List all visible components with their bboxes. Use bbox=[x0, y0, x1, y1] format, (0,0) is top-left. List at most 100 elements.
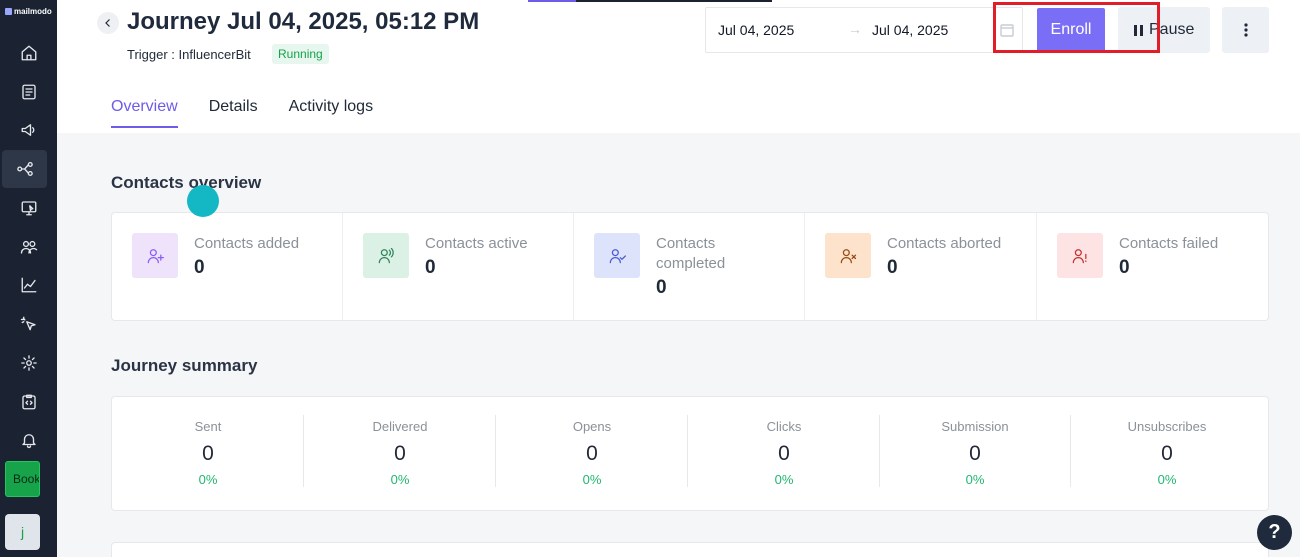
metric-label: Unsubscribes bbox=[1127, 419, 1207, 434]
metric-value: 0 bbox=[202, 442, 214, 465]
stat-label: Contacts aborted bbox=[887, 235, 1002, 252]
stat-value: 0 bbox=[425, 257, 436, 278]
more-vertical-icon bbox=[1243, 23, 1248, 37]
sidebar-item-settings[interactable] bbox=[0, 344, 57, 382]
stat-value: 0 bbox=[887, 257, 898, 278]
stat-label: Contacts failed bbox=[1119, 235, 1219, 252]
calendar-icon[interactable] bbox=[1000, 23, 1014, 37]
sidebar-item-templates[interactable] bbox=[0, 73, 57, 111]
help-button[interactable]: ? bbox=[1257, 515, 1292, 550]
metric-sent: Sent 0 0% bbox=[112, 397, 304, 510]
user-x-icon bbox=[825, 233, 871, 278]
avatar[interactable]: j bbox=[5, 514, 40, 550]
monitor-icon bbox=[21, 201, 36, 216]
document-icon bbox=[21, 84, 36, 100]
journey-summary-card: Sent 0 0% Delivered 0 0% Opens 0 0% Clic… bbox=[111, 396, 1269, 511]
book-demo-button[interactable]: Book bbox=[5, 461, 40, 497]
sidebar-item-tracking[interactable] bbox=[0, 305, 57, 343]
sidebar-item-contacts[interactable] bbox=[0, 228, 57, 266]
bell-icon bbox=[21, 434, 36, 449]
app-logo[interactable]: mailmodo bbox=[5, 7, 52, 16]
stat-value: 0 bbox=[1119, 257, 1130, 278]
sidebar: mailmodo Book j bbox=[0, 0, 57, 557]
logo-mark-icon bbox=[5, 8, 12, 15]
avatar-initial: j bbox=[20, 524, 25, 540]
metric-label: Opens bbox=[572, 419, 612, 434]
metric-opens: Opens 0 0% bbox=[496, 397, 688, 510]
stat-contacts-aborted: Contacts aborted 0 bbox=[805, 213, 1037, 320]
stat-contacts-completed: Contacts completed 0 bbox=[574, 213, 805, 320]
gear-icon bbox=[20, 355, 37, 371]
metric-label: Clicks bbox=[766, 419, 802, 434]
date-from[interactable]: Jul 04, 2025 bbox=[718, 22, 794, 38]
metric-value: 0 bbox=[778, 442, 790, 465]
metric-value: 0 bbox=[1161, 442, 1173, 465]
tab-details[interactable]: Details bbox=[209, 98, 258, 128]
logo-text: mailmodo bbox=[14, 7, 52, 16]
metric-percent: 0% bbox=[390, 472, 410, 487]
sidebar-item-analytics[interactable] bbox=[0, 266, 57, 304]
code-clipboard-icon bbox=[21, 394, 36, 410]
sidebar-item-home[interactable] bbox=[0, 34, 57, 72]
stat-label: Contacts completed bbox=[656, 235, 726, 272]
metric-value: 0 bbox=[969, 442, 981, 465]
journey-icon bbox=[16, 161, 33, 177]
date-range-picker[interactable]: Jul 04, 2025 → Jul 04, 2025 bbox=[705, 7, 1023, 53]
stat-contacts-added: Contacts added 0 bbox=[112, 213, 343, 320]
page-title: Journey Jul 04, 2025, 05:12 PM bbox=[127, 8, 480, 35]
trigger-label: Trigger : InfluencerBit bbox=[127, 47, 251, 62]
sidebar-item-notifications[interactable] bbox=[0, 421, 57, 459]
next-section-card bbox=[111, 542, 1269, 557]
stat-value: 0 bbox=[194, 257, 205, 278]
back-button[interactable] bbox=[97, 12, 119, 34]
megaphone-icon bbox=[21, 124, 34, 136]
metric-delivered: Delivered 0 0% bbox=[304, 397, 496, 510]
metric-label: Submission bbox=[941, 419, 1009, 434]
stat-label: Contacts added bbox=[194, 235, 300, 252]
user-active-icon bbox=[363, 233, 409, 278]
sidebar-item-journeys[interactable] bbox=[2, 150, 47, 188]
arrow-right-icon: → bbox=[848, 21, 862, 37]
date-to[interactable]: Jul 04, 2025 bbox=[872, 22, 948, 38]
pause-icon bbox=[1134, 24, 1143, 36]
cursor-indicator bbox=[187, 185, 219, 217]
metric-percent: 0% bbox=[774, 472, 794, 487]
metric-label: Sent bbox=[194, 419, 222, 434]
more-options-button[interactable] bbox=[1222, 7, 1269, 53]
stat-contacts-failed: Contacts failed 0 bbox=[1037, 213, 1268, 320]
stat-label: Contacts active bbox=[425, 235, 528, 252]
pause-label: Pause bbox=[1149, 21, 1195, 38]
metric-submission: Submission 0 0% bbox=[879, 397, 1071, 510]
tab-overview[interactable]: Overview bbox=[111, 98, 178, 128]
cursor-click-icon bbox=[20, 316, 36, 331]
user-alert-icon bbox=[1057, 233, 1103, 278]
contacts-overview-card: Contacts added 0 Contacts active 0 Conta… bbox=[111, 212, 1269, 321]
status-badge: Running bbox=[272, 44, 329, 64]
tab-bar: Overview Details Activity logs bbox=[111, 98, 373, 128]
chart-icon bbox=[21, 277, 36, 293]
user-check-icon bbox=[594, 233, 640, 278]
metric-percent: 0% bbox=[198, 472, 218, 487]
contacts-overview-title: Contacts overview bbox=[111, 173, 262, 192]
journey-summary-title: Journey summary bbox=[111, 356, 258, 375]
stat-contacts-active: Contacts active 0 bbox=[343, 213, 574, 320]
metric-value: 0 bbox=[394, 442, 406, 465]
chevron-left-icon bbox=[105, 19, 110, 27]
metric-percent: 0% bbox=[1157, 472, 1177, 487]
tab-activity-logs[interactable]: Activity logs bbox=[289, 98, 373, 128]
sidebar-item-developer[interactable] bbox=[0, 383, 57, 421]
metric-unsubscribes: Unsubscribes 0 0% bbox=[1071, 397, 1263, 510]
users-icon bbox=[20, 240, 37, 254]
metric-percent: 0% bbox=[582, 472, 602, 487]
book-demo-label: Book bbox=[13, 472, 40, 486]
top-loading-bar bbox=[528, 0, 772, 2]
metric-clicks: Clicks 0 0% bbox=[688, 397, 880, 510]
pause-button[interactable]: Pause bbox=[1118, 7, 1210, 53]
sidebar-item-campaigns[interactable] bbox=[0, 111, 57, 149]
user-plus-icon bbox=[132, 233, 178, 278]
sidebar-item-widgets[interactable] bbox=[0, 189, 57, 227]
stat-value: 0 bbox=[656, 277, 667, 298]
enroll-button[interactable]: Enroll bbox=[1037, 8, 1105, 52]
metric-percent: 0% bbox=[965, 472, 985, 487]
metric-label: Delivered bbox=[372, 419, 428, 434]
